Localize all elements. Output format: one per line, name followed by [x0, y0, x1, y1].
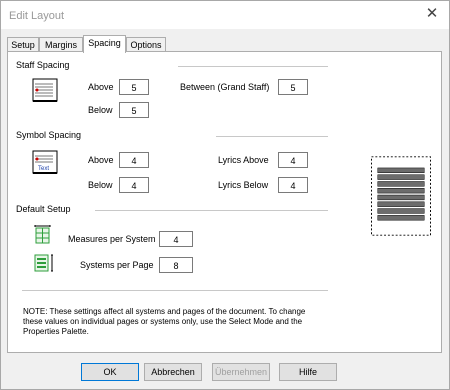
svg-text:Text: Text [38, 166, 49, 172]
systems-per-page-label: Systems per Page [80, 260, 154, 270]
between-grand-staff-field[interactable]: 5 [278, 79, 308, 95]
systems-per-page-icon [34, 254, 53, 272]
default-setup-divider [95, 210, 328, 211]
edit-layout-dialog: Edit Layout ✕ Setup Margins Spacing Opti… [0, 0, 450, 390]
measures-per-system-icon [34, 225, 51, 244]
layout-preview [371, 156, 431, 236]
staff-spacing-icon [32, 78, 58, 102]
close-icon[interactable]: ✕ [425, 6, 439, 21]
tab-options[interactable]: Options [126, 37, 166, 52]
note-divider [22, 290, 328, 291]
title-bar: Edit Layout ✕ [1, 1, 449, 29]
measures-per-system-label: Measures per System [68, 234, 156, 244]
help-button[interactable]: Hilfe [279, 363, 337, 381]
symbol-above-field[interactable]: 4 [119, 152, 149, 168]
measures-per-system-field[interactable]: 4 [159, 231, 193, 247]
lyrics-above-label: Lyrics Above [218, 155, 269, 165]
cancel-button[interactable]: Abbrechen [144, 363, 202, 381]
symbol-above-label: Above [88, 155, 114, 165]
staff-above-field[interactable]: 5 [119, 79, 149, 95]
symbol-below-label: Below [88, 180, 113, 190]
symbol-spacing-icon: Text [32, 150, 58, 174]
staff-below-field[interactable]: 5 [119, 102, 149, 118]
tab-margins[interactable]: Margins [39, 37, 83, 52]
symbol-below-field[interactable]: 4 [119, 177, 149, 193]
note-text: NOTE: These settings affect all systems … [23, 307, 306, 336]
lyrics-below-field[interactable]: 4 [278, 177, 308, 193]
staff-spacing-divider [178, 66, 328, 67]
apply-button[interactable]: Übernehmen [212, 363, 270, 381]
default-setup-title: Default Setup [16, 204, 71, 214]
staff-below-label: Below [88, 105, 113, 115]
tab-spacing[interactable]: Spacing [83, 35, 126, 53]
ok-button[interactable]: OK [81, 363, 139, 381]
symbol-spacing-title: Symbol Spacing [16, 130, 82, 140]
staff-above-label: Above [88, 82, 114, 92]
systems-per-page-field[interactable]: 8 [159, 257, 193, 273]
staff-spacing-title: Staff Spacing [16, 60, 70, 70]
lyrics-below-label: Lyrics Below [218, 180, 269, 190]
lyrics-above-field[interactable]: 4 [278, 152, 308, 168]
tab-setup[interactable]: Setup [7, 37, 39, 52]
window-title: Edit Layout [9, 10, 65, 22]
between-grand-staff-label: Between (Grand Staff) [180, 82, 270, 92]
symbol-spacing-divider [216, 136, 328, 137]
